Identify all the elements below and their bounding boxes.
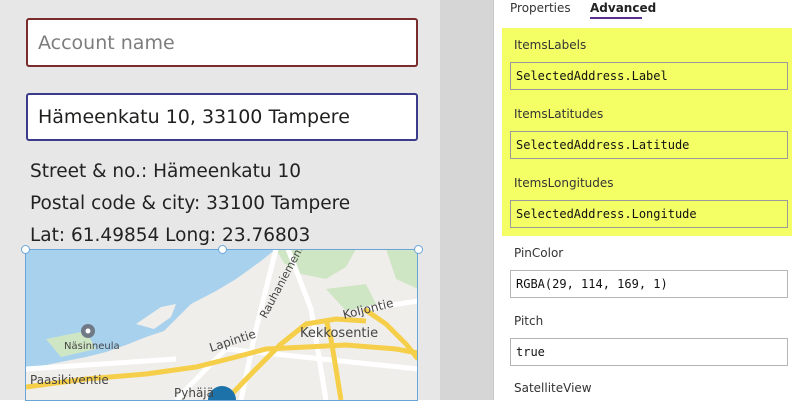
- resize-handle-top-right[interactable]: [414, 245, 423, 254]
- account-name-placeholder: Account name: [38, 31, 175, 54]
- prop-label-pincolor: PinColor: [514, 246, 564, 260]
- properties-panel: Properties Advanced ItemsLabels Selected…: [493, 0, 800, 400]
- prop-label-itemslongitudes: ItemsLongitudes: [514, 176, 614, 190]
- active-tab-indicator: [590, 17, 642, 19]
- prop-value-itemslongitudes: SelectedAddress.Longitude: [516, 207, 697, 221]
- prop-label-itemslabels: ItemsLabels: [514, 38, 587, 52]
- map-label-nasinneula: Näsinneula: [64, 341, 120, 352]
- map-image: Näsinneula Paasikiventie Pyhäjä Lapintie…: [26, 249, 418, 400]
- lat-long-label: Lat: 61.49854 Long: 23.76803: [30, 225, 311, 246]
- address-value: Hämeenkatu 10, 33100 Tampere: [38, 106, 350, 128]
- prop-field-pincolor[interactable]: RGBA(29, 114, 169, 1): [510, 270, 788, 298]
- prop-field-itemslatitudes[interactable]: SelectedAddress.Latitude: [510, 131, 788, 159]
- map-label-pyhaja: Pyhäjä: [174, 386, 214, 400]
- prop-value-pincolor: RGBA(29, 114, 169, 1): [516, 277, 668, 291]
- prop-value-itemslabels: SelectedAddress.Label: [516, 69, 668, 83]
- prop-field-itemslongitudes[interactable]: SelectedAddress.Longitude: [510, 200, 788, 228]
- street-label: Street & no.: Hämeenkatu 10: [30, 161, 301, 182]
- prop-field-pitch[interactable]: true: [510, 338, 788, 366]
- tab-properties[interactable]: Properties: [510, 0, 571, 20]
- prop-value-pitch: true: [516, 345, 545, 359]
- workspace-gutter: [440, 0, 493, 400]
- account-name-input[interactable]: Account name: [26, 18, 418, 67]
- map-label-kekkosentie: Kekkosentie: [300, 326, 378, 341]
- prop-value-itemslatitudes: SelectedAddress.Latitude: [516, 138, 690, 152]
- address-input[interactable]: Hämeenkatu 10, 33100 Tampere: [26, 93, 418, 141]
- resize-handle-top-left[interactable]: [21, 245, 30, 254]
- prop-label-pitch: Pitch: [514, 314, 544, 328]
- resize-handle-top-center[interactable]: [218, 245, 227, 254]
- app-canvas: Account name Hämeenkatu 10, 33100 Tamper…: [0, 0, 440, 401]
- map-control[interactable]: Näsinneula Paasikiventie Pyhäjä Lapintie…: [26, 249, 418, 400]
- prop-label-satelliteview: SatelliteView: [514, 381, 592, 395]
- prop-field-itemslabels[interactable]: SelectedAddress.Label: [510, 62, 788, 90]
- map-label-paasikiventie: Paasikiventie: [30, 373, 109, 387]
- postal-city-label: Postal code & city: 33100 Tampere: [30, 193, 351, 214]
- prop-label-itemslatitudes: ItemsLatitudes: [514, 107, 604, 121]
